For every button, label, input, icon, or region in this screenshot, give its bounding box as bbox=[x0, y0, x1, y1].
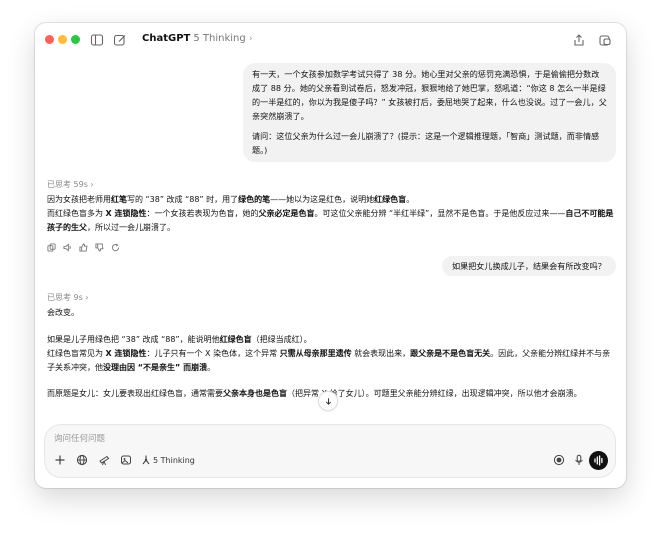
user-message-paragraph: 有一天，一个女孩参加数学考试只得了 38 分。她心里对父亲的惩罚充满恐惧，于是偷… bbox=[252, 69, 607, 121]
emphasis: 红绿色盲 bbox=[219, 335, 252, 344]
text: 。 bbox=[207, 363, 216, 372]
thought-duration-toggle[interactable]: 已思考 59s › bbox=[47, 179, 94, 190]
thumbs-down-icon[interactable] bbox=[95, 243, 104, 252]
image-icon[interactable] bbox=[120, 454, 132, 466]
text: ：一个女孩若表现为色盲，她的 bbox=[146, 209, 259, 218]
emphasis: 只需从母亲那里遗传 bbox=[279, 349, 352, 358]
answer-line: 而红绿色盲多为 X 连锁隐性：一个女孩若表现为色盲，她的父亲必定是色盲。可这位父… bbox=[47, 207, 615, 235]
text: 红绿色盲常见为 bbox=[47, 349, 106, 358]
text: 。 bbox=[406, 195, 415, 204]
text: ，所以过一会儿崩溃了。 bbox=[87, 223, 175, 232]
text: 就会表现出来， bbox=[351, 349, 411, 358]
emphasis: 父亲必定是色盲 bbox=[258, 209, 315, 218]
voice-mode-button[interactable] bbox=[589, 451, 608, 470]
plus-icon[interactable] bbox=[54, 454, 66, 466]
text: 而原题是女儿：女儿要表现出红绿色盲，通常需要 bbox=[47, 389, 223, 398]
copy-icon[interactable] bbox=[47, 413, 56, 422]
model-label: 5 Thinking bbox=[193, 33, 246, 44]
record-icon[interactable] bbox=[553, 454, 565, 466]
speaker-icon[interactable] bbox=[63, 243, 72, 252]
copy-icon[interactable] bbox=[47, 243, 56, 252]
text: 写的 “38” 改成 “88” 时，用了 bbox=[127, 195, 239, 204]
emphasis: 红笔 bbox=[111, 195, 127, 204]
user-message-paragraph: 请问：这位父亲为什么过一会儿崩溃了？(提示：这是一个逻辑推理题，「智商」测试题，… bbox=[252, 131, 600, 155]
message-actions bbox=[47, 413, 56, 422]
arrow-down-icon bbox=[325, 397, 331, 405]
thumbs-up-icon[interactable] bbox=[79, 243, 88, 252]
globe-icon[interactable] bbox=[76, 454, 88, 466]
text: 而红绿色盲多为 bbox=[47, 209, 106, 218]
tools-icon[interactable] bbox=[140, 454, 152, 466]
emphasis: 跟父亲是不是色盲无关 bbox=[410, 349, 491, 358]
thought-duration-toggle[interactable]: 已思考 9s › bbox=[47, 292, 89, 303]
text: 。可这位父亲能分辨 “半红半绿”，显然不是色盲。于是他反应过来—— bbox=[314, 209, 566, 218]
model-selector[interactable]: ChatGPT 5 Thinking › bbox=[142, 33, 253, 44]
text: ：儿子只有一个 X 染色体，这个异常 bbox=[146, 349, 280, 358]
regenerate-icon[interactable] bbox=[111, 243, 120, 252]
text: 因为女孩把老师用 bbox=[47, 195, 111, 204]
new-chat-icon[interactable] bbox=[113, 33, 127, 47]
message-composer[interactable]: 询问任何问题 5 Thinking bbox=[45, 425, 615, 477]
window-icon[interactable] bbox=[598, 33, 612, 47]
sidebar-icon[interactable] bbox=[90, 33, 104, 47]
text: ——她以为这是红色，说明她 bbox=[270, 195, 375, 204]
minimize-window-button[interactable] bbox=[58, 35, 67, 44]
answer-line: 因为女孩把老师用红笔写的 “38” 改成 “88” 时，用了绿色的笔——她以为这… bbox=[47, 193, 615, 207]
chevron-right-icon: › bbox=[248, 34, 253, 44]
assistant-message: 因为女孩把老师用红笔写的 “38” 改成 “88” 时，用了绿色的笔——她以为这… bbox=[47, 193, 615, 235]
mic-icon[interactable] bbox=[573, 454, 585, 466]
assistant-message: 会改变。 如果是儿子用绿色把 “38” 改成 “88”，能说明他红绿色盲（把绿当… bbox=[47, 306, 615, 401]
emphasis: X 连锁隐性 bbox=[105, 349, 147, 358]
user-message: 如果把女儿换成儿子，结果会有所改变吗？ bbox=[442, 256, 616, 276]
zoom-window-button[interactable] bbox=[71, 35, 80, 44]
user-message: 有一天，一个女孩参加数学考试只得了 38 分。她心里对父亲的惩罚充满恐惧，于是偷… bbox=[243, 63, 616, 162]
app-name: ChatGPT bbox=[142, 33, 191, 44]
telescope-icon[interactable] bbox=[98, 454, 110, 466]
emphasis: 红绿色盲 bbox=[374, 195, 407, 204]
answer-line: 会改变。 bbox=[47, 308, 79, 317]
emphasis: X 连锁隐性 bbox=[105, 209, 147, 218]
titlebar: ChatGPT 5 Thinking › bbox=[35, 23, 626, 57]
thinking-mode-button[interactable]: 5 Thinking bbox=[153, 456, 195, 465]
message-actions bbox=[47, 243, 120, 252]
emphasis: 父亲本身也是色盲 bbox=[223, 389, 287, 398]
text: 如果是儿子用绿色把 “38” 改成 “88”，能说明他 bbox=[47, 335, 220, 344]
scroll-to-bottom-button[interactable] bbox=[319, 392, 337, 410]
share-icon[interactable] bbox=[572, 33, 586, 47]
composer-placeholder[interactable]: 询问任何问题 bbox=[54, 432, 105, 444]
answer-line: 如果是儿子用绿色把 “38” 改成 “88”，能说明他红绿色盲（把绿当成红）。 bbox=[47, 333, 615, 347]
close-window-button[interactable] bbox=[45, 35, 54, 44]
emphasis: 没理由因 “不是亲生” 而崩溃 bbox=[103, 363, 208, 372]
answer-paragraph: 红绿色盲常见为 X 连锁隐性：儿子只有一个 X 染色体，这个异常 只需从母亲那里… bbox=[47, 347, 615, 375]
text: （把绿当成红）。 bbox=[251, 335, 312, 344]
chatgpt-window: ChatGPT 5 Thinking › 有一天，一个女孩参加数学考试只得了 38… bbox=[35, 23, 626, 488]
emphasis: 绿色的笔 bbox=[238, 195, 271, 204]
voice-icon bbox=[594, 455, 603, 466]
